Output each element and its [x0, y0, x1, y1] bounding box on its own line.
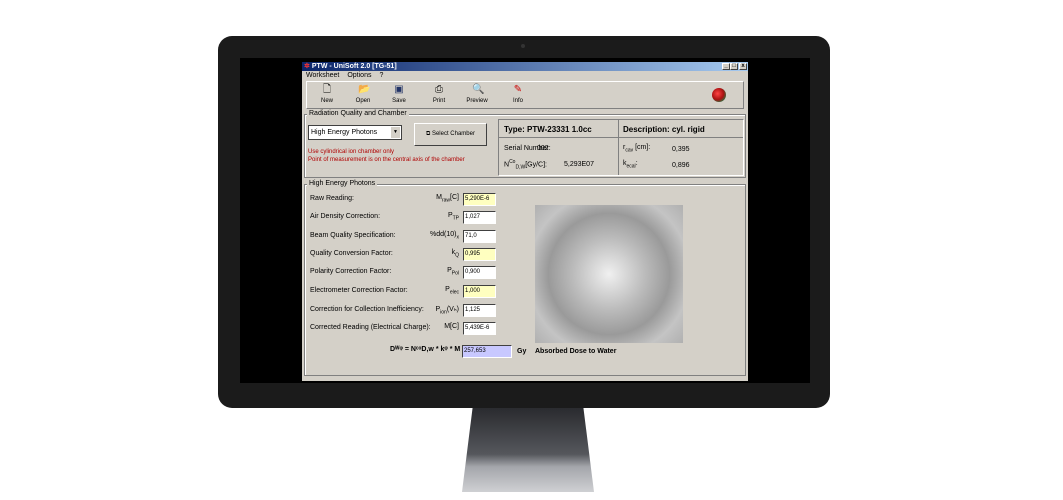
- chamber-note-1: Use cylindrical ion chamber only: [308, 149, 395, 155]
- window-title: PTW - UniSoft 2.0 [TG-51]: [311, 63, 397, 70]
- title-bar: ✲ PTW - UniSoft 2.0 [TG-51] _ □ x: [302, 62, 748, 71]
- rcav-label: rcav [cm]:: [623, 144, 651, 154]
- param-field[interactable]: 5,439E-6: [463, 322, 496, 335]
- select-chamber-label: Select Chamber: [431, 131, 475, 137]
- kecal-value: 0,896: [672, 162, 690, 169]
- param-field[interactable]: 1,000: [463, 285, 496, 298]
- new-button[interactable]: 🗋 New: [312, 84, 342, 104]
- param-label: Quality Conversion Factor:: [310, 250, 393, 257]
- chamber-group-label: Radiation Quality and Chamber: [307, 110, 409, 117]
- radiation-quality-value: High Energy Photons: [311, 129, 378, 136]
- monitor-stand: [462, 408, 594, 492]
- dose-distribution-image: [535, 205, 683, 343]
- param-field[interactable]: 0,900: [463, 266, 496, 279]
- open-button[interactable]: 📂 Open: [348, 84, 378, 104]
- dose-unit: Gy: [517, 348, 527, 355]
- radiation-quality-select[interactable]: High Energy Photons ▼: [308, 125, 402, 140]
- preview-label: Preview: [466, 98, 488, 104]
- new-file-icon: 🗋: [322, 84, 332, 95]
- param-field[interactable]: 5,290E-6: [463, 193, 496, 206]
- absorbed-dose-field[interactable]: 257,653: [462, 345, 512, 358]
- select-chamber-button[interactable]: ⧉ Select Chamber: [414, 123, 487, 146]
- printer-icon: ⎙: [435, 84, 443, 95]
- dose-formula: Dᵂᵠ = NᶜᵒD,w * kᵠ * M =: [390, 346, 467, 353]
- info-label: Info: [512, 98, 523, 104]
- print-label: Print: [432, 98, 446, 104]
- maximize-button[interactable]: □: [730, 63, 738, 70]
- param-symbol: PPol: [447, 267, 459, 277]
- param-field[interactable]: 71,0: [463, 230, 496, 243]
- chamber-note-2: Point of measurement is on the central a…: [308, 157, 465, 163]
- preview-icon: 🔍: [472, 84, 485, 95]
- app-window: ✲ PTW - UniSoft 2.0 [TG-51] _ □ x Workshe…: [302, 62, 748, 381]
- menu-worksheet[interactable]: Worksheet: [306, 72, 339, 79]
- app-logo-icon: ✲: [304, 63, 310, 70]
- param-symbol: %dd(10)x: [430, 231, 459, 241]
- toolbar: 🗋 New 📂 Open ▣ Save ⎙ Print 🔍 Preview ✎ Info: [306, 81, 744, 109]
- param-label: Polarity Correction Factor:: [310, 268, 392, 275]
- close-button[interactable]: x: [739, 63, 747, 70]
- param-symbol: PTP: [447, 212, 459, 222]
- param-symbol: Mraw[C]: [436, 194, 459, 204]
- param-symbol: kQ: [451, 249, 459, 259]
- save-button[interactable]: ▣ Save: [384, 84, 414, 104]
- chamber-description: Description: cyl. rigid: [623, 125, 705, 134]
- open-folder-icon: 📂: [358, 84, 371, 95]
- ndw-label: NCoD,W[Gy/C]:: [504, 159, 547, 171]
- param-symbol: M[C]: [444, 323, 459, 330]
- new-label: New: [320, 98, 333, 104]
- param-label: Air Density Correction:: [310, 213, 381, 220]
- info-button[interactable]: ✎ Info: [503, 84, 533, 104]
- save-label: Save: [392, 98, 406, 104]
- kecal-label: kecal:: [623, 160, 638, 170]
- save-disk-icon: ▣: [394, 84, 404, 95]
- rcav-value: 0,395: [672, 146, 690, 153]
- menu-help[interactable]: ?: [379, 72, 383, 79]
- open-label: Open: [355, 98, 371, 104]
- param-label: Raw Reading:: [310, 195, 354, 202]
- serial-number-value: 002: [537, 145, 549, 152]
- preview-button[interactable]: 🔍 Preview: [462, 84, 492, 104]
- ndw-value: 5,293E07: [564, 161, 594, 168]
- photons-group-label: High Energy Photons: [307, 180, 378, 187]
- param-symbol: Pelec: [445, 286, 459, 296]
- menu-bar: Worksheet Options?: [302, 71, 387, 80]
- param-symbol: Pion(Vₕ): [435, 306, 459, 316]
- param-label: Beam Quality Specification:: [310, 232, 396, 239]
- atom-logo-icon: [712, 88, 726, 102]
- param-field[interactable]: 0,995: [463, 248, 496, 261]
- absorbed-dose-label: Absorbed Dose to Water: [535, 348, 617, 355]
- param-field[interactable]: 1,027: [463, 211, 496, 224]
- minimize-button[interactable]: _: [722, 63, 730, 70]
- chamber-type: Type: PTW-23331 1.0cc: [504, 125, 592, 134]
- info-icon: ✎: [513, 84, 523, 95]
- webcam: [521, 44, 525, 48]
- print-button[interactable]: ⎙ Print: [424, 84, 454, 104]
- param-field[interactable]: 1,125: [463, 304, 496, 317]
- chevron-down-icon[interactable]: ▼: [391, 127, 400, 138]
- menu-options[interactable]: Options: [347, 72, 371, 79]
